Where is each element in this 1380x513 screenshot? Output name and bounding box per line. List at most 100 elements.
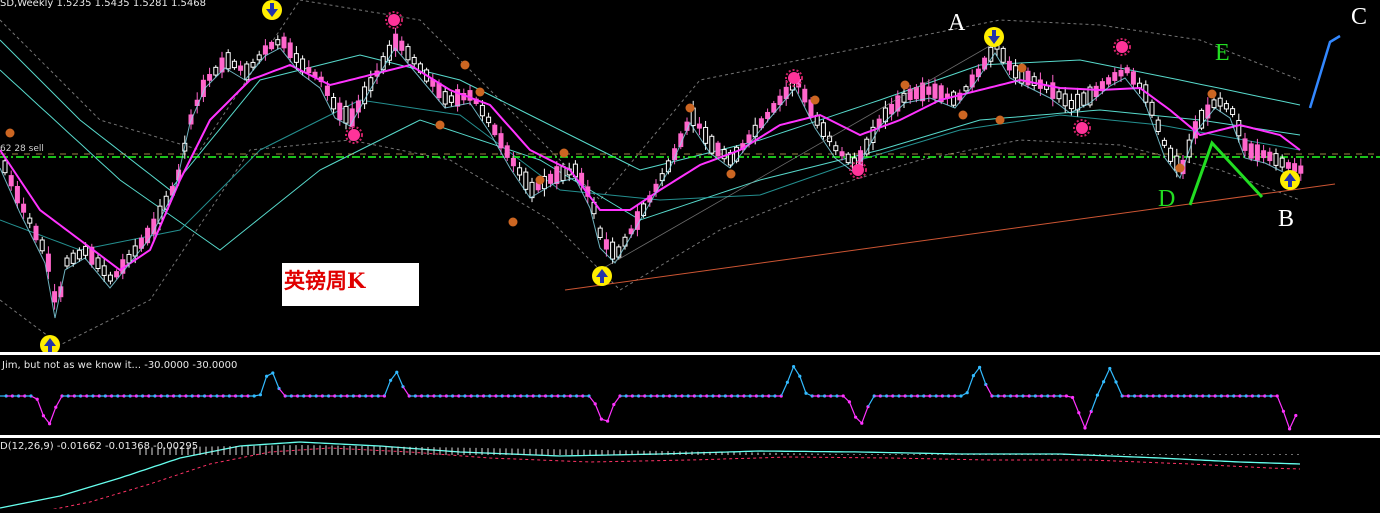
fractal-icon xyxy=(958,110,968,120)
step-segment xyxy=(272,372,280,389)
step-segment xyxy=(1282,411,1291,430)
candle-body xyxy=(1093,85,1099,98)
star-icon xyxy=(1113,38,1131,56)
step-segment xyxy=(383,380,392,397)
annotation-d: D xyxy=(1158,186,1176,212)
panel-separator xyxy=(0,435,1380,438)
step-segment xyxy=(1090,394,1098,412)
sell-level-label: 62 28 sell xyxy=(0,144,44,154)
candle-body xyxy=(709,135,715,154)
candle-body xyxy=(1285,162,1291,169)
candle-body xyxy=(802,88,808,103)
fractal-dot xyxy=(995,115,1005,125)
down-arrow-icon xyxy=(984,27,1004,47)
step-segment xyxy=(49,406,57,424)
annotation-a: A xyxy=(948,10,966,36)
step-segment xyxy=(1078,412,1086,429)
candle-body xyxy=(70,252,76,264)
candle-body xyxy=(1161,139,1167,146)
candle-body xyxy=(1217,97,1223,107)
candle-body xyxy=(1106,77,1112,85)
step-segment xyxy=(402,386,410,397)
candle-body xyxy=(510,157,516,167)
step-segment xyxy=(1115,381,1123,397)
candle-body xyxy=(281,36,287,49)
fractal-icon xyxy=(1175,163,1185,173)
candle-body xyxy=(523,171,529,190)
star-icon xyxy=(385,11,403,29)
candle-body xyxy=(982,57,988,70)
price-chart xyxy=(0,0,1380,513)
fractal-icon xyxy=(460,60,470,70)
candle-body xyxy=(256,54,262,61)
annotation-c: C xyxy=(1351,4,1368,30)
candle-body xyxy=(479,104,485,117)
step-dot xyxy=(1294,413,1298,418)
fractal-dot xyxy=(475,87,485,97)
step-segment xyxy=(1289,415,1297,430)
candle-body xyxy=(269,41,275,50)
step-segment xyxy=(979,367,987,385)
projection-line xyxy=(1308,34,1341,109)
chart-stage: SD,Weekly 1.5235 1.5435 1.5281 1.5468 62… xyxy=(0,0,1380,513)
star-icon xyxy=(1073,119,1091,137)
candle-body xyxy=(21,203,27,213)
envelope-line xyxy=(0,99,1301,251)
step-segment xyxy=(1084,411,1092,429)
candle-body xyxy=(250,61,256,68)
annotation-e: E xyxy=(1215,40,1230,66)
fractal-icon xyxy=(559,148,569,158)
candle-body xyxy=(486,116,492,124)
candle-body xyxy=(597,227,603,238)
candle-body xyxy=(1273,153,1279,166)
candle-body xyxy=(293,53,299,63)
candle-body xyxy=(1006,60,1012,71)
candle-body xyxy=(33,225,39,241)
candle-body xyxy=(746,134,752,144)
star-core xyxy=(388,14,400,26)
candle-body xyxy=(1168,147,1174,162)
candle-body xyxy=(554,166,560,185)
candle-body xyxy=(343,105,349,124)
candle-body xyxy=(1075,93,1081,111)
step-segment xyxy=(966,375,974,393)
candle-body xyxy=(839,151,845,157)
candle-body xyxy=(411,56,417,65)
candle-body xyxy=(529,181,535,199)
candle-body xyxy=(83,245,89,256)
fractal-dot xyxy=(726,169,736,179)
candle-body xyxy=(610,241,616,260)
candle-body xyxy=(45,253,51,272)
candle-body xyxy=(27,217,33,224)
fractal-dot xyxy=(460,60,470,70)
fractal-dot xyxy=(685,103,695,113)
candle-body xyxy=(1149,101,1155,116)
candle-body xyxy=(14,185,20,204)
candle-body xyxy=(1081,92,1087,106)
candle-body xyxy=(517,167,523,176)
fractal-icon xyxy=(1017,63,1027,73)
candle-body xyxy=(765,111,771,120)
candle-body xyxy=(287,42,293,59)
step-segment xyxy=(799,375,807,394)
up-arrow-icon xyxy=(592,266,612,286)
fractal-icon xyxy=(810,95,820,105)
fractal-dot xyxy=(810,95,820,105)
candle-body xyxy=(889,103,895,115)
candle-body xyxy=(616,246,622,258)
candle-body xyxy=(1112,72,1118,81)
candle-body xyxy=(442,91,448,105)
candle-body xyxy=(324,85,330,96)
candle-body xyxy=(101,265,107,276)
fractal-icon xyxy=(995,115,1005,125)
step-segment xyxy=(259,376,268,395)
candle-body xyxy=(560,166,566,181)
candle-body xyxy=(405,46,411,61)
candle-body xyxy=(696,123,702,129)
up-arrow-icon xyxy=(1280,170,1300,190)
step-segment xyxy=(1103,368,1111,383)
candle-body xyxy=(492,124,498,136)
fractal-icon xyxy=(5,128,15,138)
candle-body xyxy=(1261,150,1267,159)
candle-body xyxy=(1155,119,1161,133)
